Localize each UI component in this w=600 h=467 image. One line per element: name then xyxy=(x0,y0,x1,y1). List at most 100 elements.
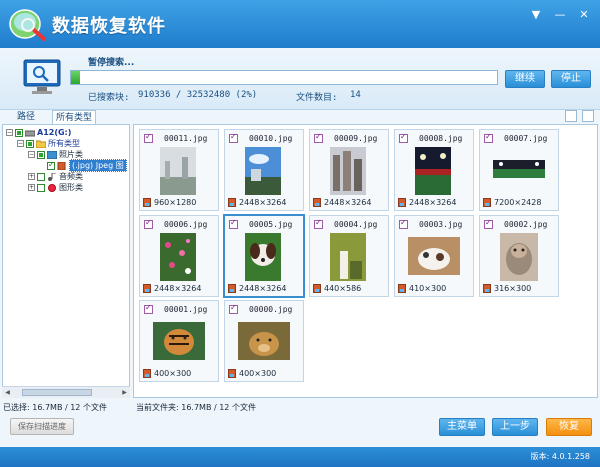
menu-dropdown-icon[interactable]: ▼ xyxy=(528,8,544,22)
image-dimensions: 400×300 xyxy=(239,369,277,378)
list-view-icon[interactable] xyxy=(582,110,594,122)
tab-path[interactable]: 路径 xyxy=(14,110,38,124)
file-card[interactable]: 00004.jpg 440×586 xyxy=(309,215,389,297)
file-name: 00008.jpg xyxy=(419,134,463,143)
file-card[interactable]: 00001.jpg 400×300 xyxy=(139,300,219,382)
file-checkbox[interactable] xyxy=(229,218,238,229)
file-checkbox[interactable] xyxy=(144,218,153,229)
file-count-label: 文件数目: xyxy=(296,93,338,103)
jpeg-checkbox[interactable] xyxy=(47,160,55,170)
image-file-icon xyxy=(143,369,151,378)
drive-icon xyxy=(25,130,35,136)
tree-node-drive[interactable]: − A12(G:) xyxy=(6,127,71,138)
selected-summary: 已选择: 16.7MB / 12 个文件 xyxy=(3,403,107,412)
folder-tree[interactable]: − A12(G:) − 所有类型 − 照片类 (.jpg) Jpeg 图 + 音… xyxy=(2,124,130,398)
graphics-checkbox[interactable] xyxy=(37,183,45,192)
scroll-left-icon[interactable]: ◀ xyxy=(3,388,12,397)
image-dimensions: 2448×3264 xyxy=(239,284,287,293)
photos-checkbox[interactable] xyxy=(37,150,45,159)
minimize-icon[interactable]: — xyxy=(552,8,568,22)
audio-checkbox[interactable] xyxy=(37,172,45,181)
collapse-icon[interactable]: − xyxy=(6,129,13,136)
thumbnail-view-icon[interactable] xyxy=(565,110,577,122)
file-card[interactable]: 00000.jpg 400×300 xyxy=(224,300,304,382)
tree-node-graphics[interactable]: + 图形类 xyxy=(28,182,83,193)
title-bar[interactable]: 数据恢复软件 ▼ — ✕ xyxy=(0,0,600,48)
file-count-value: 14 xyxy=(350,90,361,100)
file-checkbox[interactable] xyxy=(314,132,323,143)
file-name: 00004.jpg xyxy=(334,220,378,229)
image-dimensions: 2448×3264 xyxy=(239,198,287,207)
thumbnail-image xyxy=(408,237,460,275)
thumbnail-image xyxy=(245,233,281,281)
scrollbar-thumb[interactable] xyxy=(22,389,92,396)
file-card[interactable]: 00008.jpg 2448×3264 xyxy=(394,129,474,211)
collapse-icon[interactable]: − xyxy=(28,151,35,158)
recover-button[interactable]: 恢复 xyxy=(546,418,592,436)
file-card[interactable]: 00009.jpg 2448×3264 xyxy=(309,129,389,211)
file-checkbox[interactable] xyxy=(144,303,153,314)
file-card[interactable]: 00005.jpg 2448×3264 xyxy=(223,214,305,298)
collapse-icon[interactable]: − xyxy=(17,140,24,147)
file-checkbox[interactable] xyxy=(399,132,408,143)
scan-status: 暂停搜索... xyxy=(88,58,135,68)
thumbnail-image xyxy=(330,233,366,281)
file-card[interactable]: 00003.jpg 410×300 xyxy=(394,215,474,297)
file-name: 00009.jpg xyxy=(334,134,378,143)
app-window: 数据恢复软件 ▼ — ✕ 暂停搜索... 已搜索块: 910336 / 3253… xyxy=(0,0,600,467)
file-checkbox[interactable] xyxy=(144,132,153,143)
thumbnail-image xyxy=(238,322,290,360)
file-checkbox[interactable] xyxy=(484,218,493,229)
file-checkbox[interactable] xyxy=(229,132,238,143)
file-card[interactable]: 00007.jpg 7200×2428 xyxy=(479,129,559,211)
file-name: 00006.jpg xyxy=(164,220,208,229)
file-card[interactable]: 00010.jpg 2448×3264 xyxy=(224,129,304,211)
file-card[interactable]: 00002.jpg 316×300 xyxy=(479,215,559,297)
save-scan-progress-button[interactable]: 保存扫描进度 xyxy=(10,418,74,435)
thumbnail-image xyxy=(500,233,538,281)
image-file-icon xyxy=(313,284,321,293)
all-types-checkbox[interactable] xyxy=(26,139,34,148)
image-dimensions: 7200×2428 xyxy=(494,198,542,207)
image-dimensions: 400×300 xyxy=(154,369,192,378)
file-checkbox[interactable] xyxy=(229,303,238,314)
tree-node-audio[interactable]: + 音频类 xyxy=(28,171,83,182)
file-name: 00005.jpg xyxy=(249,220,293,229)
tree-node-all-types[interactable]: − 所有类型 xyxy=(17,138,80,149)
image-file-icon xyxy=(313,198,321,207)
scroll-right-icon[interactable]: ▶ xyxy=(120,388,129,397)
back-button[interactable]: 上一步 xyxy=(492,418,538,436)
image-dimensions: 2448×3264 xyxy=(324,198,372,207)
tree-node-jpeg[interactable]: (.jpg) Jpeg 图 xyxy=(47,159,127,172)
file-checkbox[interactable] xyxy=(484,132,493,143)
current-folder-summary: 当前文件夹: 16.7MB / 12 个文件 xyxy=(136,403,256,412)
image-file-icon xyxy=(143,284,151,293)
tree-horizontal-scrollbar[interactable]: ◀ ▶ xyxy=(2,386,130,398)
scan-panel: 暂停搜索... 已搜索块: 910336 / 32532480 (2%) 文件数… xyxy=(0,48,600,110)
image-dimensions: 440×586 xyxy=(324,284,362,293)
file-card[interactable]: 00011.jpg 960×1280 xyxy=(139,129,219,211)
continue-button[interactable]: 继续 xyxy=(505,70,545,88)
main-menu-button[interactable]: 主菜单 xyxy=(439,418,485,436)
file-name: 00007.jpg xyxy=(504,134,548,143)
audio-icon xyxy=(48,172,56,181)
file-checkbox[interactable] xyxy=(399,218,408,229)
photo-category-icon xyxy=(47,150,57,159)
app-title: 数据恢复软件 xyxy=(52,16,166,37)
file-card[interactable]: 00006.jpg 2448×3264 xyxy=(139,215,219,297)
app-logo-icon xyxy=(9,9,46,41)
file-thumbnail-grid[interactable]: 00011.jpg 960×1280 00010.jpg 2448×3264 0… xyxy=(133,124,598,398)
footer-bar: 版本: 4.0.1.258 xyxy=(0,447,600,467)
scan-progress-bar xyxy=(70,70,498,85)
expand-icon[interactable]: + xyxy=(28,173,35,180)
expand-icon[interactable]: + xyxy=(28,184,35,191)
drive-checkbox[interactable] xyxy=(15,128,23,137)
image-dimensions: 960×1280 xyxy=(154,198,197,207)
thumbnail-image xyxy=(245,147,281,195)
stop-button[interactable]: 停止 xyxy=(551,70,591,88)
file-checkbox[interactable] xyxy=(314,218,323,229)
audio-label: 音频类 xyxy=(59,172,83,181)
close-icon[interactable]: ✕ xyxy=(576,8,592,22)
scan-progress-fill xyxy=(71,71,80,84)
tab-all-types[interactable]: 所有类型 xyxy=(52,110,97,124)
